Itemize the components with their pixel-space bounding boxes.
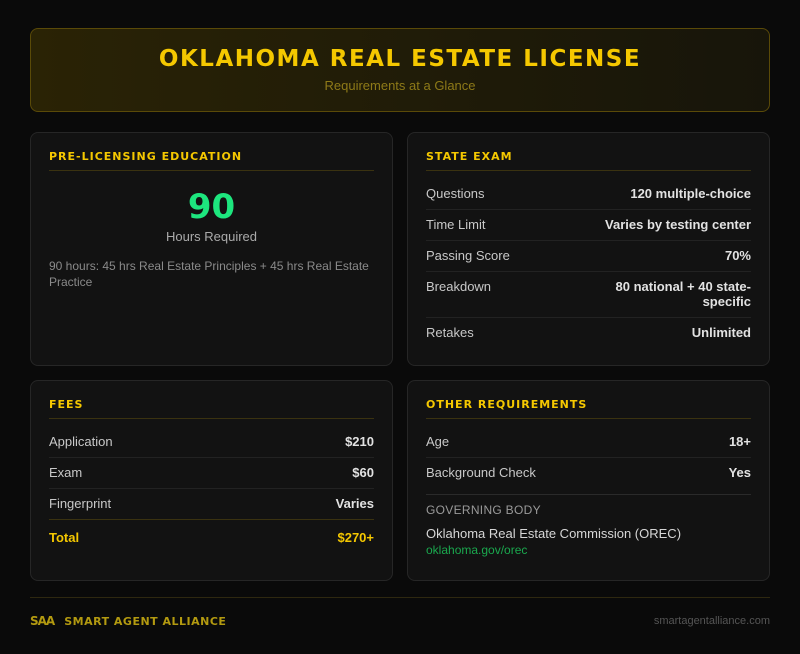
education-card: PRE-LICENSING EDUCATION 90 Hours Require…: [30, 132, 393, 366]
row-value: Unlimited: [692, 325, 751, 340]
row-label: Fingerprint: [49, 496, 111, 511]
fees-card: FEES for(let i=0;i<3;i++)document.write(…: [30, 380, 393, 581]
brand: SAA SMART AGENT ALLIANCE: [30, 614, 226, 628]
exam-card: STATE EXAM for(let i=0;i<5;i++)document.…: [407, 132, 770, 366]
row-value: 80 national + 40 state-specific: [601, 279, 751, 309]
row-value: 18+: [729, 434, 751, 449]
row-label: Exam: [49, 465, 82, 480]
row-value: 120 multiple-choice: [630, 186, 751, 201]
row-label: Background Check: [426, 465, 536, 480]
total-value: $270+: [337, 530, 374, 545]
page-title: OKLAHOMA REAL ESTATE LICENSE: [31, 46, 769, 72]
row-label: Breakdown: [426, 279, 491, 294]
row-label: Questions: [426, 186, 485, 201]
row-label: Application: [49, 434, 113, 449]
row-value: Varies by testing center: [605, 217, 751, 232]
governing-body-label: GOVERNING BODY: [426, 503, 751, 517]
exam-row: Time Limit Varies by testing center: [426, 210, 751, 241]
row-value: Varies: [336, 496, 374, 511]
exam-row: Passing Score 70%: [426, 241, 751, 272]
row-value: 70%: [725, 248, 751, 263]
other-requirements-card: OTHER REQUIREMENTS for(let i=0;i<2;i++)d…: [407, 380, 770, 581]
fee-row: Application $210: [49, 427, 374, 458]
page-subtitle: Requirements at a Glance: [31, 78, 769, 93]
row-label: Passing Score: [426, 248, 510, 263]
brand-name: SMART AGENT ALLIANCE: [64, 615, 226, 628]
exam-row: Breakdown 80 national + 40 state-specific: [426, 272, 751, 318]
header-banner: OKLAHOMA REAL ESTATE LICENSE Requirement…: [30, 28, 770, 112]
hours-label: Hours Required: [49, 229, 374, 244]
fees-total-row: Total $270+: [49, 519, 374, 545]
governing-body-name: Oklahoma Real Estate Commission (OREC): [426, 526, 751, 541]
row-value: $60: [352, 465, 374, 480]
saa-logo-icon: SAA: [30, 614, 54, 628]
row-label: Time Limit: [426, 217, 485, 232]
hours-value: 90: [49, 187, 374, 227]
row-label: Retakes: [426, 325, 474, 340]
card-title: STATE EXAM: [426, 133, 751, 171]
card-title: FEES: [49, 381, 374, 419]
exam-row: Retakes Unlimited: [426, 318, 751, 348]
card-title: PRE-LICENSING EDUCATION: [49, 133, 374, 171]
fee-row: Fingerprint Varies: [49, 489, 374, 519]
footer: SAA SMART AGENT ALLIANCE smartagentallia…: [30, 597, 770, 628]
total-label: Total: [49, 530, 79, 545]
requirement-row: Background Check Yes: [426, 458, 751, 488]
row-value: Yes: [729, 465, 751, 480]
card-title: OTHER REQUIREMENTS: [426, 381, 751, 419]
fee-row: Exam $60: [49, 458, 374, 489]
requirement-row: Age 18+: [426, 427, 751, 458]
education-description: 90 hours: 45 hrs Real Estate Principles …: [49, 258, 374, 290]
exam-row: Questions 120 multiple-choice: [426, 179, 751, 210]
governing-body-link[interactable]: oklahoma.gov/orec: [426, 543, 751, 557]
row-value: $210: [345, 434, 374, 449]
site-url: smartagentalliance.com: [654, 615, 770, 627]
row-label: Age: [426, 434, 449, 449]
governing-body: GOVERNING BODY Oklahoma Real Estate Comm…: [426, 494, 751, 557]
